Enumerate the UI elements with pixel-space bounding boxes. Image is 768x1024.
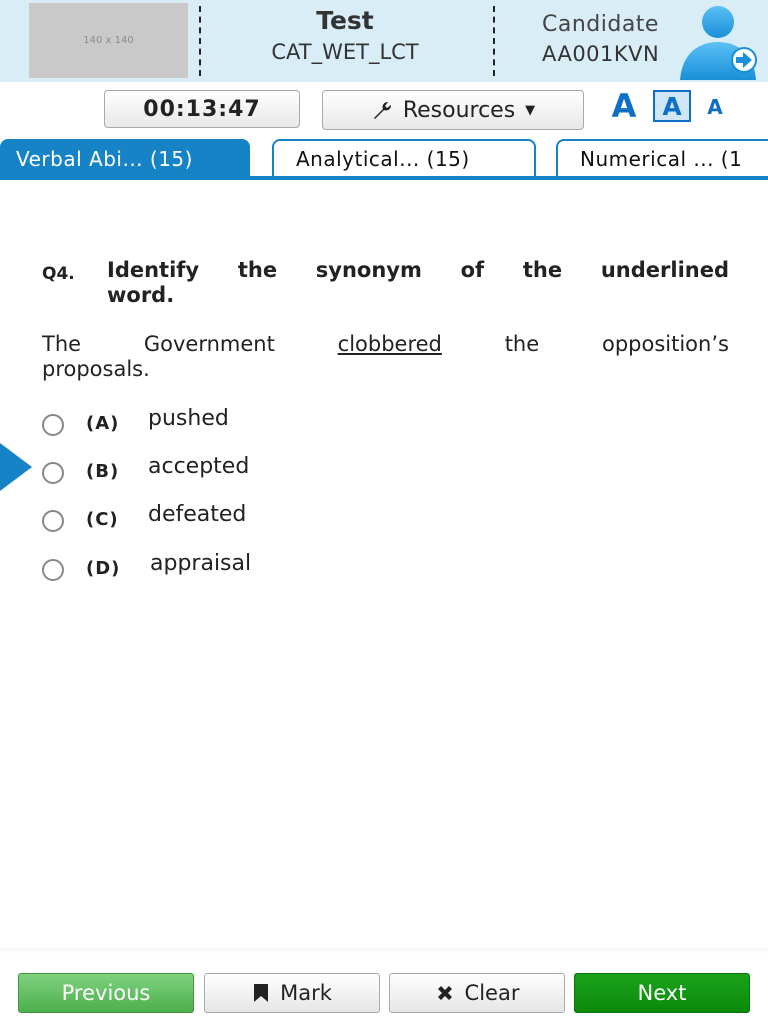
prompt-word: underlined	[600, 258, 729, 282]
logo-placeholder: 140 x 140	[29, 3, 188, 78]
close-icon	[437, 986, 452, 1000]
tab-numerical[interactable]: Numerical ... (1	[556, 139, 768, 179]
previous-label: Previous	[61, 981, 151, 1005]
chevron-down-icon: ▼	[525, 102, 536, 118]
radio-button[interactable]	[42, 559, 64, 581]
wrench-icon	[373, 101, 391, 119]
passage-word: opposition’s	[601, 332, 729, 356]
option-letter: (C)	[86, 509, 119, 530]
option-text: defeated	[148, 502, 247, 527]
resources-dropdown[interactable]: Resources ▼	[322, 90, 584, 130]
prompt-line-2: word.	[107, 283, 175, 307]
prompt-word: the	[237, 258, 278, 282]
passage-word: the	[504, 332, 540, 356]
question-number: Q4.	[42, 264, 75, 284]
font-size-large-button[interactable]: A	[606, 86, 642, 126]
font-size-medium-button[interactable]: A	[653, 90, 691, 122]
passage-word: Government	[143, 332, 275, 356]
underlined-word: clobbered	[337, 332, 442, 356]
prompt-word: Identify	[107, 258, 200, 282]
timer-display: 00:13:47	[104, 90, 300, 128]
option-letter: (A)	[86, 413, 120, 434]
option-a[interactable]: (A) pushed	[40, 406, 440, 442]
prompt-word: synonym	[315, 258, 422, 282]
header-divider	[199, 6, 201, 76]
option-text: pushed	[148, 406, 229, 431]
radio-button[interactable]	[42, 510, 64, 532]
option-letter: (D)	[86, 558, 121, 579]
radio-button[interactable]	[42, 414, 64, 436]
passage-line-2: proposals.	[42, 357, 150, 381]
option-text: accepted	[148, 454, 250, 479]
option-letter: (B)	[86, 461, 120, 482]
mark-label: Mark	[280, 981, 332, 1005]
clear-button[interactable]: Clear	[389, 973, 565, 1013]
previous-button[interactable]: Previous	[18, 973, 194, 1013]
radio-button[interactable]	[42, 462, 64, 484]
tab-verbal-ability[interactable]: Verbal Abi... (15)	[0, 139, 250, 179]
font-size-small-button[interactable]: A	[703, 94, 727, 120]
question-prompt: Identify the synonym of the underlined w…	[107, 258, 729, 308]
option-b[interactable]: (B) accepted	[40, 454, 440, 490]
question-passage: The Government clobbered the opposition’…	[42, 332, 729, 382]
bookmark-icon	[254, 984, 269, 1002]
current-option-pointer-icon	[0, 443, 32, 491]
next-label: Next	[637, 981, 687, 1005]
option-text: appraisal	[150, 551, 252, 576]
next-button[interactable]: Next	[574, 973, 750, 1013]
clear-label: Clear	[464, 981, 520, 1005]
user-avatar-icon[interactable]	[676, 4, 768, 80]
footer-divider	[0, 948, 768, 954]
passage-word: The	[42, 332, 82, 356]
prompt-word: the	[522, 258, 563, 282]
header-divider	[493, 6, 495, 76]
option-c[interactable]: (C) defeated	[40, 502, 440, 538]
test-code: CAT_WET_LCT	[271, 40, 419, 64]
logout-arrow-icon[interactable]	[731, 47, 757, 73]
mark-button[interactable]: Mark	[204, 973, 380, 1013]
test-title: Test	[316, 6, 374, 35]
resources-label: Resources	[402, 97, 516, 123]
tabs-underline	[0, 176, 768, 180]
candidate-id: AA001KVN	[542, 42, 660, 66]
header-bar: 140 x 140 Test CAT_WET_LCT Candidate AA0…	[0, 0, 768, 82]
candidate-label: Candidate	[542, 12, 659, 37]
prompt-word: of	[460, 258, 485, 282]
option-d[interactable]: (D) appraisal	[40, 551, 440, 587]
tab-analytical[interactable]: Analytical... (15)	[272, 139, 536, 179]
